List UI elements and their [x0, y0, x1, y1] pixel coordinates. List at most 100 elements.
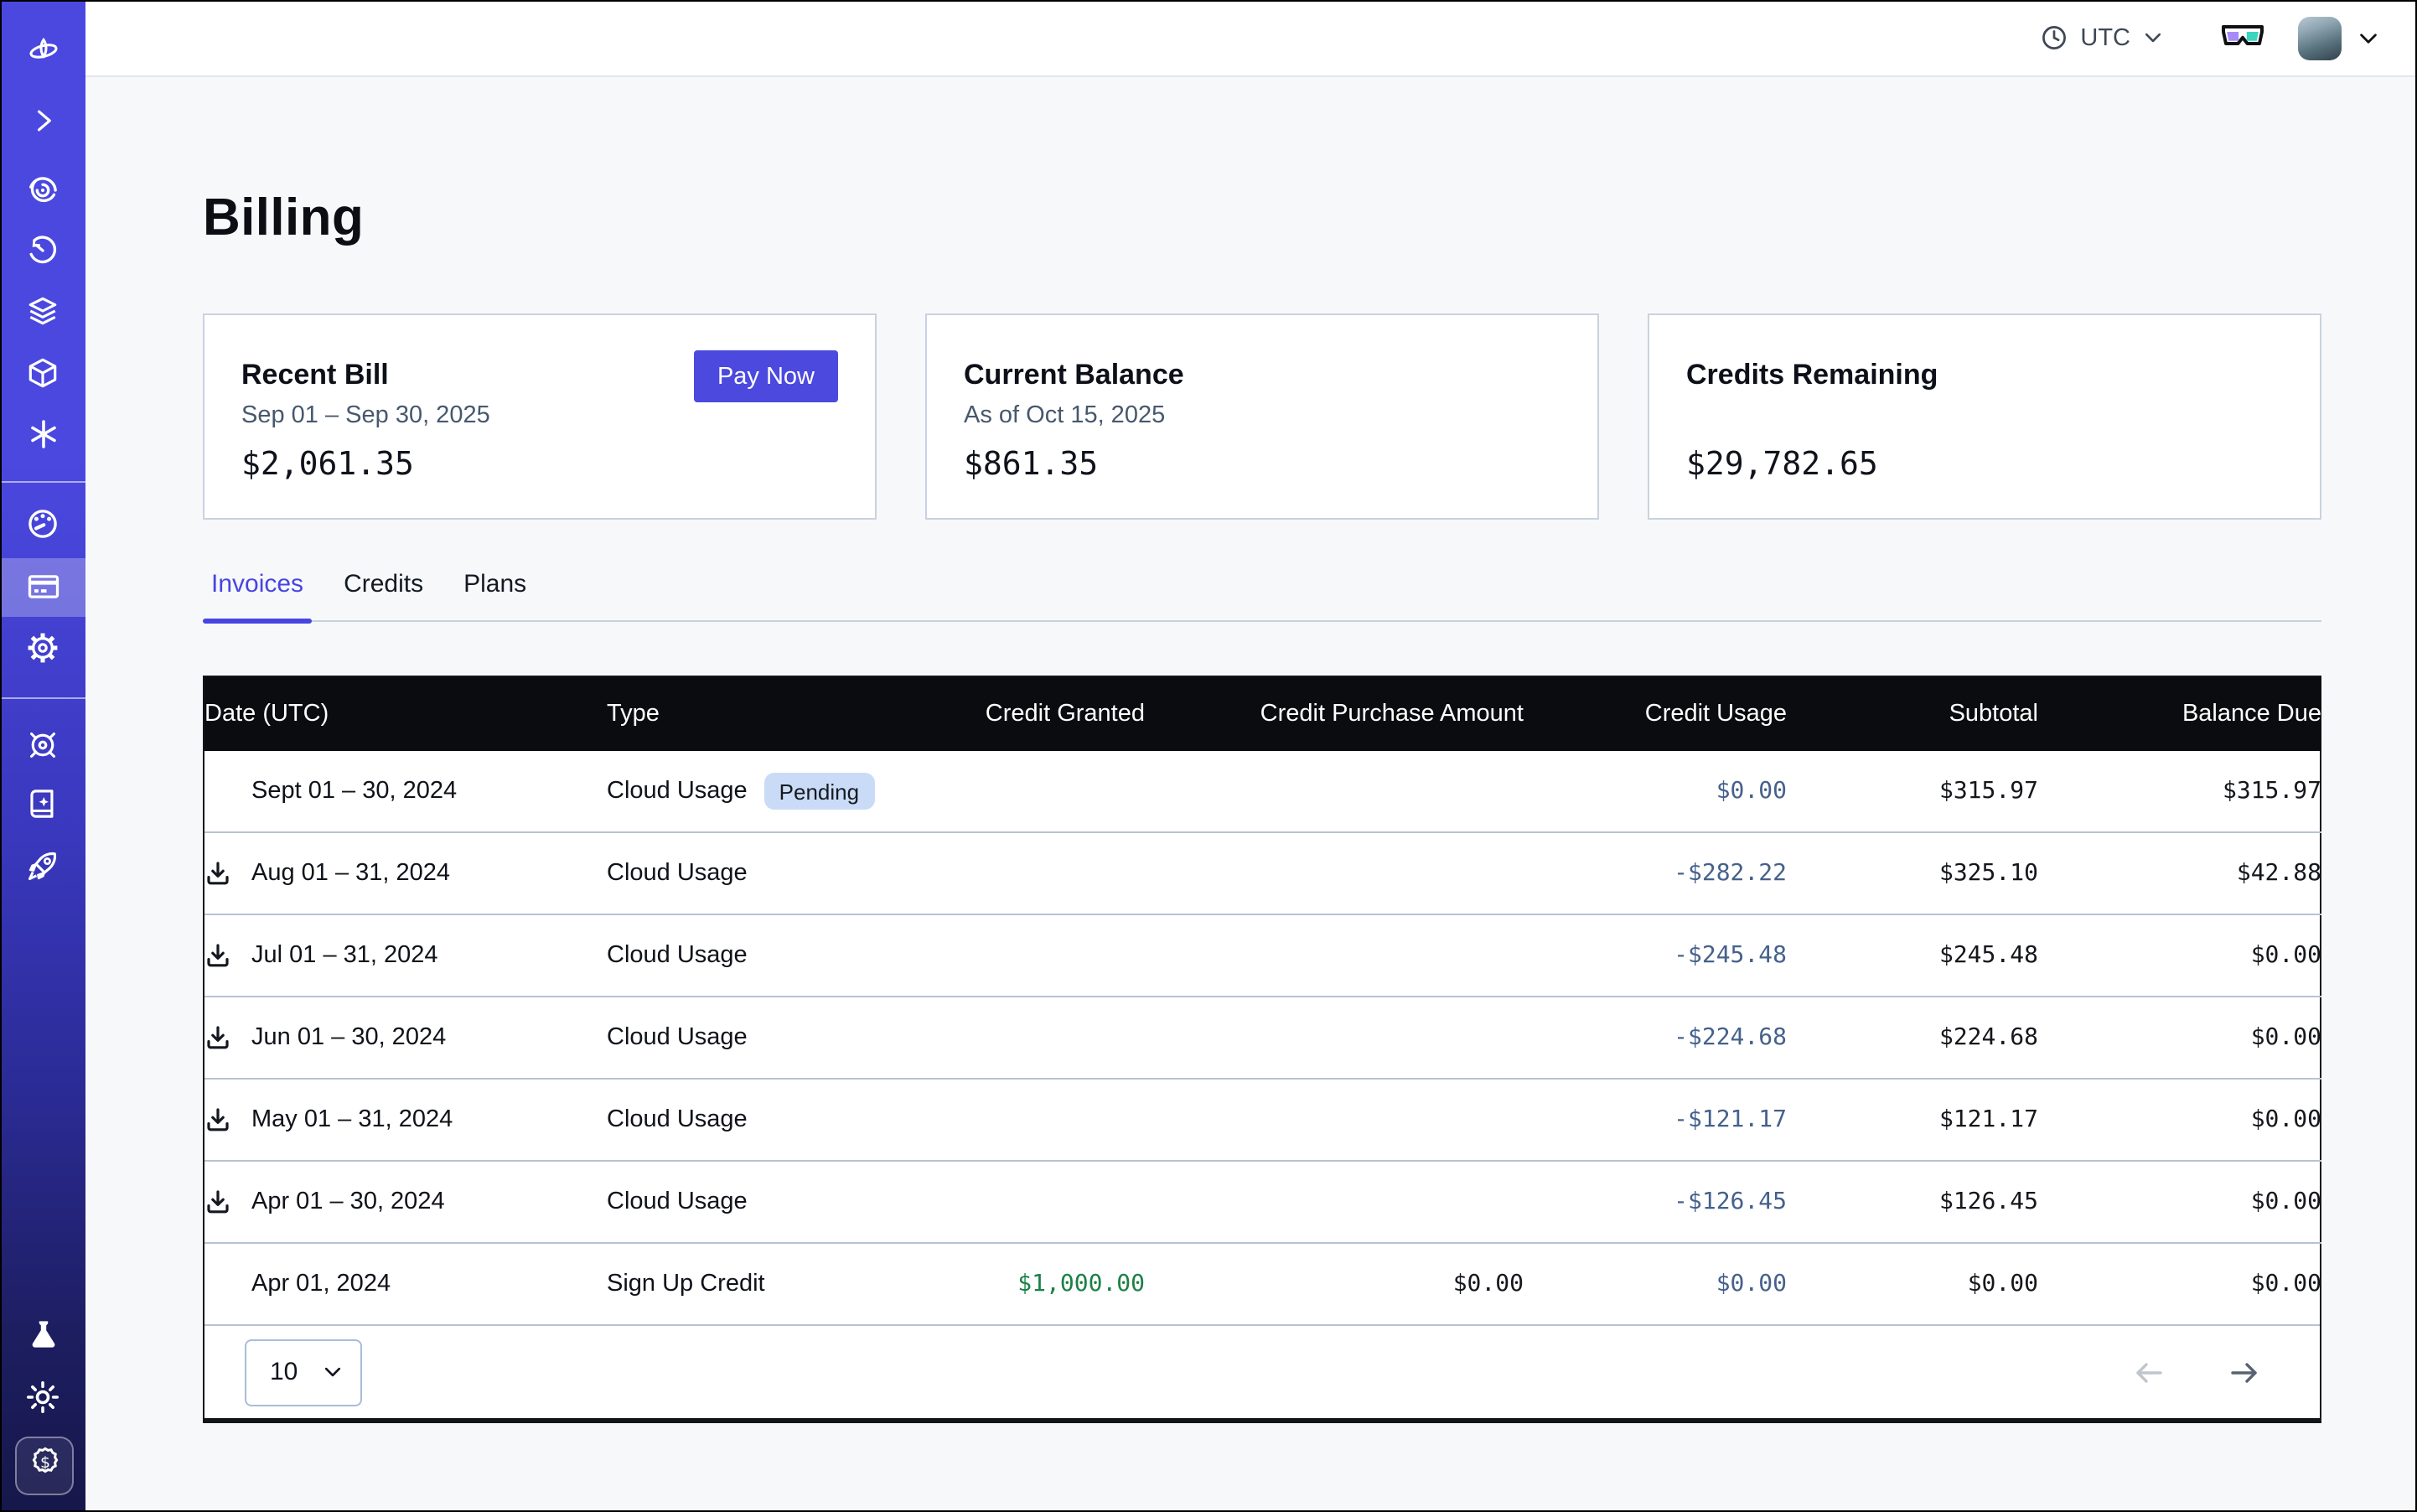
sidebar-item-objects[interactable] — [0, 344, 85, 401]
main-content: Billing Recent Bill Sep 01 – Sep 30, 202… — [85, 77, 2417, 1512]
invoice-type: Cloud Usage — [607, 942, 748, 969]
sidebar-item-experiments[interactable] — [0, 1306, 85, 1363]
history-icon — [25, 232, 60, 267]
timezone-selector[interactable]: UTC — [2040, 23, 2164, 52]
timezone-label: UTC — [2080, 24, 2130, 51]
invoices-table: Date (UTC)TypeCredit GrantedCredit Purch… — [203, 676, 2321, 1423]
column-header: Balance Due — [2038, 677, 2321, 751]
credit-granted-value: $1,000.00 — [1017, 1271, 1145, 1297]
invoice-date: Aug 01 – 31, 2024 — [251, 860, 450, 887]
credit-purchase-value: $0.00 — [1453, 1271, 1524, 1297]
sidebar-item-live[interactable] — [0, 161, 85, 218]
credit-usage-value: $0.00 — [1716, 778, 1787, 805]
top-bar: UTC — [85, 0, 2417, 77]
subtotal-value: $121.17 — [1939, 1106, 2038, 1133]
download-placeholder — [204, 1271, 231, 1297]
sidebar-item-expand[interactable] — [0, 92, 85, 149]
invoice-row: May 01 – 31, 2024 Cloud Usage -$121.17 $121… — [204, 1079, 2321, 1161]
page-size-select[interactable]: 10 — [245, 1339, 362, 1406]
chevron-down-icon — [2142, 27, 2164, 49]
invoice-type: Cloud Usage — [607, 860, 748, 887]
tab-credits[interactable]: Credits — [335, 570, 432, 620]
clock-icon — [2040, 23, 2068, 52]
current-balance-amount: $861.35 — [964, 446, 1098, 483]
sidebar-item-secrets[interactable] — [0, 406, 85, 463]
card-title: Credits Remaining — [1686, 359, 2283, 392]
credit-usage-value: -$126.45 — [1674, 1188, 1787, 1215]
chevron-down-icon — [2357, 26, 2380, 49]
credits-remaining-card: Credits Remaining $29,782.65 — [1648, 313, 2321, 520]
sidebar-divider — [0, 697, 85, 699]
download-invoice-icon[interactable] — [204, 1024, 231, 1051]
balance-due-value: $0.00 — [2251, 1024, 2321, 1051]
invoice-type: Cloud Usage — [607, 1188, 748, 1215]
sidebar-item-metrics[interactable] — [0, 495, 85, 551]
invoice-row: Apr 01 – 30, 2024Cloud Usage-$126.45$126… — [204, 1161, 2321, 1243]
download-invoice-icon[interactable] — [204, 860, 231, 887]
subtotal-value: $0.00 — [1968, 1271, 2038, 1297]
billing-tabs: Invoices Credits Plans — [203, 570, 2321, 622]
download-invoice-icon[interactable] — [204, 942, 231, 969]
column-header: Credit Granted — [940, 677, 1145, 751]
user-menu[interactable] — [2298, 16, 2380, 60]
subtotal-value: $245.48 — [1939, 942, 2038, 969]
orbit-logo — [24, 35, 61, 72]
tab-plans[interactable]: Plans — [455, 570, 535, 620]
sidebar-item-credits[interactable]: $ — [15, 1437, 74, 1495]
column-header: Credit Usage — [1524, 677, 1787, 751]
sidebar-item-billing[interactable] — [0, 558, 85, 615]
sidebar-divider — [0, 481, 85, 483]
download-placeholder — [204, 778, 231, 805]
sidebar-item-history[interactable] — [0, 221, 85, 278]
balance-due-value: $0.00 — [2251, 1188, 2321, 1215]
sidebar-logo[interactable] — [0, 25, 85, 82]
sidebar-item-guide[interactable] — [0, 774, 85, 831]
card-title: Current Balance — [964, 359, 1560, 392]
gauge-icon — [25, 505, 60, 541]
sidebar-item-settings[interactable] — [0, 619, 85, 676]
invoice-row: Apr 01, 2024 Sign Up Credit $1,000.00 $0.00… — [204, 1243, 2321, 1324]
arrow-right-icon — [2228, 1355, 2261, 1389]
invoice-date: Jul 01 – 31, 2024 — [251, 942, 438, 969]
invoice-date: May 01 – 31, 2024 — [251, 1106, 453, 1133]
sidebar-item-launch[interactable] — [0, 836, 85, 893]
chevron-down-icon — [322, 1361, 344, 1383]
layers-icon — [25, 293, 60, 328]
balance-due-value: $42.88 — [2237, 860, 2321, 887]
invoice-date: Apr 01, 2024 — [251, 1271, 391, 1297]
download-invoice-icon[interactable] — [204, 1188, 231, 1215]
invoice-type: Cloud Usage — [607, 1106, 748, 1133]
page-size-value: 10 — [270, 1358, 298, 1386]
flask-icon — [26, 1318, 60, 1351]
previous-page-button[interactable] — [2132, 1355, 2166, 1389]
subtotal-value: $224.68 — [1939, 1024, 2038, 1051]
credit-usage-value: $0.00 — [1716, 1271, 1787, 1297]
invoice-date: Apr 01 – 30, 2024 — [251, 1188, 445, 1215]
credit-usage-value: -$121.17 — [1674, 1106, 1787, 1133]
credit-usage-value: -$224.68 — [1674, 1024, 1787, 1051]
sidebar-item-stacks[interactable] — [0, 282, 85, 339]
download-invoice-icon[interactable] — [204, 1106, 231, 1133]
next-page-button[interactable] — [2228, 1355, 2261, 1389]
book-sparkle-icon — [25, 785, 60, 821]
tab-invoices[interactable]: Invoices — [203, 570, 312, 620]
balance-due-value: $0.00 — [2251, 1271, 2321, 1297]
invoice-date: Sept 01 – 30, 2024 — [251, 778, 457, 805]
spiral-icon — [25, 172, 60, 207]
column-header: Date (UTC) — [204, 677, 607, 751]
column-header: Credit Purchase Amount — [1145, 677, 1524, 751]
sidebar-item-theme-toggle[interactable] — [0, 1368, 85, 1425]
pay-now-button[interactable]: Pay Now — [694, 350, 838, 402]
sun-icon — [25, 1379, 60, 1414]
3d-glasses-icon — [2221, 23, 2264, 52]
current-balance-card: Current Balance As of Oct 15, 2025 $861.… — [925, 313, 1599, 520]
card-subtitle: As of Oct 15, 2025 — [964, 402, 1560, 431]
invoice-type: Sign Up Credit — [607, 1271, 765, 1297]
theater-mode-button[interactable] — [2221, 23, 2264, 52]
sidebar-item-support[interactable] — [0, 716, 85, 773]
asterisk-icon — [26, 417, 60, 451]
sidebar: $ — [0, 0, 85, 1512]
credit-usage-value: -$245.48 — [1674, 942, 1787, 969]
credit-card-icon — [24, 568, 61, 605]
invoice-type: Cloud Usage — [607, 1024, 748, 1051]
